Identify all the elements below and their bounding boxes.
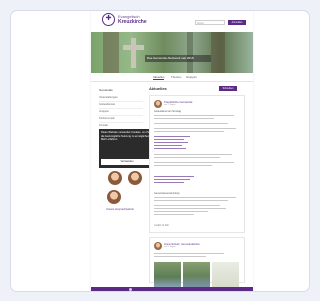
text-line [154, 200, 228, 202]
avatar[interactable] [107, 190, 121, 204]
text-line [154, 205, 220, 207]
text-line [154, 208, 226, 210]
stone-cross-arm [123, 45, 144, 50]
feed-title: Aktuelles [149, 86, 167, 91]
tab-themen[interactable]: Themen [171, 75, 181, 79]
post-link[interactable] [154, 136, 190, 138]
contacts-link[interactable]: Unsere Ansprechpartner [106, 208, 134, 211]
text-line [154, 197, 236, 199]
text-line [154, 256, 206, 258]
tree-trunk [211, 32, 225, 73]
post-link[interactable] [154, 142, 188, 144]
tab-gruppen[interactable]: Gruppen [186, 75, 197, 79]
text-line [154, 115, 234, 117]
hero-image: Das Gemeinde-Netzwerk seit 2018 [91, 32, 253, 73]
text-line [154, 157, 220, 159]
post-time: vor 2 Tagen [164, 104, 176, 106]
text-line [154, 162, 234, 164]
site-header: ✚ Evangelisch Kreuzkirche Suche Anmelden [91, 11, 253, 32]
post-link[interactable] [154, 182, 184, 184]
post-photo[interactable] [154, 262, 181, 287]
tab-bar: Aktuelles Themen Gruppen [91, 73, 253, 82]
text-line [154, 118, 214, 120]
feed-post: Anna Schulz, Gemeindebüro vor 5 Tagen [149, 237, 245, 287]
text-line [154, 165, 212, 167]
web-page: ✚ Evangelisch Kreuzkirche Suche Anmelden… [91, 11, 253, 291]
tab-aktuelles[interactable]: Aktuelles [153, 75, 165, 80]
text-line [154, 154, 232, 156]
sidebar-item[interactable]: Kirchenmusik [99, 116, 143, 123]
text-line [154, 131, 224, 133]
text-line [154, 253, 224, 255]
cookie-text: Diese Website verwendet Cookies, um Ihne… [101, 131, 153, 141]
site-footer [91, 287, 253, 291]
search-input[interactable]: Suche [195, 20, 225, 25]
brand-line-2: Kreuzkirche [118, 19, 147, 25]
avatar[interactable] [154, 100, 162, 108]
hero-banner: Das Gemeinde-Netzwerk seit 2018 [145, 55, 211, 62]
avatar[interactable] [154, 242, 162, 250]
tree-trunk [103, 32, 119, 73]
text-line [154, 128, 236, 130]
sidebar-item[interactable]: Gruppen [99, 109, 143, 116]
avatar[interactable] [108, 171, 122, 185]
post-text: Gottesdienst am Sonntag [154, 110, 181, 113]
login-button[interactable]: Anmelden [228, 20, 246, 25]
cross-logo-icon[interactable]: ✚ [102, 13, 115, 26]
post-photo[interactable] [183, 262, 210, 287]
stone-cross [131, 38, 136, 68]
sidebar-title: Gemeinde [99, 88, 113, 92]
post-photo[interactable] [212, 262, 239, 287]
text-line [154, 123, 228, 125]
post-footer[interactable]: Gefällt 12 Mal [154, 224, 169, 227]
feed-post: Kreuzkirche Gemeinde vor 2 Tagen Gottesd… [149, 95, 245, 233]
text-line [154, 211, 208, 213]
post-subheading: Gemeindeversammlung [154, 192, 180, 195]
post-link[interactable] [154, 148, 186, 150]
cookie-accept-button[interactable]: Verstanden [101, 159, 153, 165]
post-time: vor 5 Tagen [164, 246, 176, 248]
avatar[interactable] [128, 171, 142, 185]
post-link[interactable] [154, 139, 184, 141]
sidebar-item[interactable]: Veranstaltungen [99, 95, 143, 102]
sidebar-item[interactable]: Gottesdienste [99, 102, 143, 109]
tree-trunk [187, 32, 193, 73]
post-link[interactable] [154, 145, 182, 147]
write-post-button[interactable]: Schreiben [219, 86, 237, 91]
post-link[interactable] [154, 176, 194, 178]
footer-icon [129, 288, 132, 291]
screenshot-frame: ✚ Evangelisch Kreuzkirche Suche Anmelden… [10, 10, 310, 292]
cookie-banner: Diese Website verwendet Cookies, um Ihne… [99, 129, 155, 168]
text-line [154, 214, 194, 216]
post-link[interactable] [154, 179, 190, 181]
